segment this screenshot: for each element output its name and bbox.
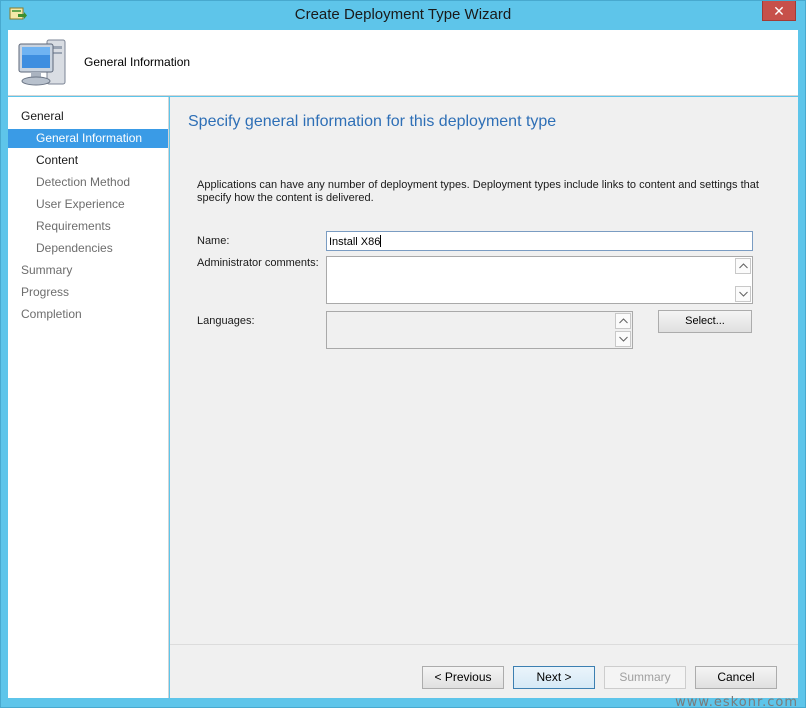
languages-label: Languages: <box>197 315 255 327</box>
page-title: Specify general information for this dep… <box>188 113 557 130</box>
sidebar-item-completion[interactable]: Completion <box>8 305 168 324</box>
name-label: Name: <box>197 235 230 247</box>
languages-list[interactable] <box>326 311 633 349</box>
name-input[interactable]: Install X86 <box>326 231 753 251</box>
sidebar-item-progress[interactable]: Progress <box>8 283 168 302</box>
wizard-step-sidebar: General General Information Content Dete… <box>8 97 169 698</box>
watermark: www.eskonr.com <box>675 695 798 710</box>
sidebar-item-user-experience[interactable]: User Experience <box>8 195 168 214</box>
scroll-up-icon[interactable] <box>615 313 631 329</box>
administrator-comments-label: Administrator comments: <box>197 257 319 269</box>
sidebar-item-detection-method[interactable]: Detection Method <box>8 173 168 192</box>
wizard-content: Specify general information for this dep… <box>170 97 798 644</box>
text-cursor <box>380 235 382 247</box>
name-input-value: Install X86 <box>329 236 381 248</box>
languages-scrollbar[interactable] <box>615 313 631 347</box>
wizard-window: Create Deployment Type Wizard ✕ General … <box>0 0 806 708</box>
sidebar-item-general[interactable]: General <box>8 107 168 126</box>
sidebar-item-summary[interactable]: Summary <box>8 261 168 280</box>
select-languages-button[interactable]: Select... <box>658 310 752 333</box>
cancel-button[interactable]: Cancel <box>695 666 777 689</box>
close-icon: ✕ <box>773 3 785 19</box>
comments-scrollbar[interactable] <box>735 258 751 302</box>
scroll-down-icon[interactable] <box>615 331 631 347</box>
header-title: General Information <box>84 55 191 69</box>
sidebar-item-content[interactable]: Content <box>8 151 168 170</box>
next-button[interactable]: Next > <box>513 666 595 689</box>
previous-button[interactable]: < Previous <box>422 666 504 689</box>
close-button[interactable]: ✕ <box>762 1 796 21</box>
scroll-up-icon[interactable] <box>735 258 751 274</box>
sidebar-item-requirements[interactable]: Requirements <box>8 217 168 236</box>
title-bar[interactable]: Create Deployment Type Wizard ✕ <box>1 1 805 29</box>
page-description: Applications can have any number of depl… <box>197 179 759 204</box>
sidebar-item-dependencies[interactable]: Dependencies <box>8 239 168 258</box>
summary-button: Summary <box>604 666 686 689</box>
window-title: Create Deployment Type Wizard <box>294 6 512 23</box>
wizard-footer: < Previous Next > Summary Cancel <box>170 644 798 698</box>
sidebar-item-general-information[interactable]: General Information <box>8 129 168 148</box>
scroll-down-icon[interactable] <box>735 286 751 302</box>
administrator-comments-field[interactable] <box>326 256 753 304</box>
computer-monitor-icon <box>17 36 69 90</box>
wizard-header: General Information <box>8 30 798 96</box>
